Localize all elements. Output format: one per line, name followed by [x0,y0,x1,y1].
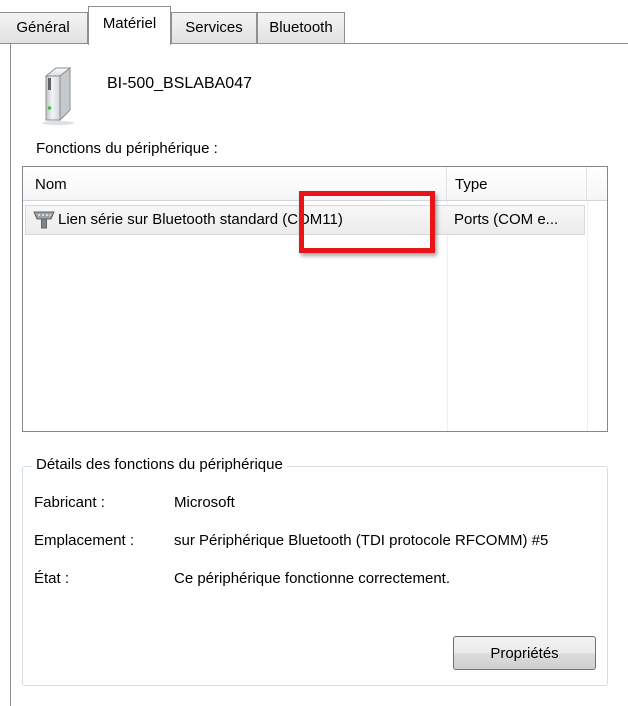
column-header-type[interactable]: Type [447,167,587,200]
functions-label: Fonctions du périphérique : [36,140,218,157]
fabricant-value: Microsoft [174,494,235,511]
tab-general[interactable]: Général [0,12,88,44]
serial-port-icon [32,209,56,231]
emplacement-label: Emplacement : [34,532,135,549]
tab-materiel[interactable]: Matériel [88,6,171,45]
fabricant-label: Fabricant : [34,494,105,511]
device-name: BI-500_BSLABA047 [107,75,252,92]
etat-value: Ce périphérique fonctionne correctement. [174,570,450,587]
emplacement-value: sur Périphérique Bluetooth (TDI protocol… [174,532,549,549]
properties-button[interactable]: Propriétés [453,636,596,670]
device-functions-list[interactable]: Nom Type Lien série sur Bluetooth standa… [22,166,608,432]
column-divider [447,201,448,431]
etat-label: État : [34,570,70,587]
details-group-title: Détails des fonctions du périphérique [32,456,287,473]
tab-bluetooth[interactable]: Bluetooth [257,12,345,44]
tab-services[interactable]: Services [171,12,257,44]
annotation-highlight-box [299,191,435,253]
column-header-filler [587,167,607,200]
panel-left-border [10,43,11,706]
tab-strip: Général Matériel Services Bluetooth [0,0,628,45]
column-divider [587,201,588,431]
row-type: Ports (COM e... [454,211,559,228]
device-properties-window: Général Matériel Services Bluetooth BI-5… [0,0,628,706]
printer-device-icon [36,64,96,126]
